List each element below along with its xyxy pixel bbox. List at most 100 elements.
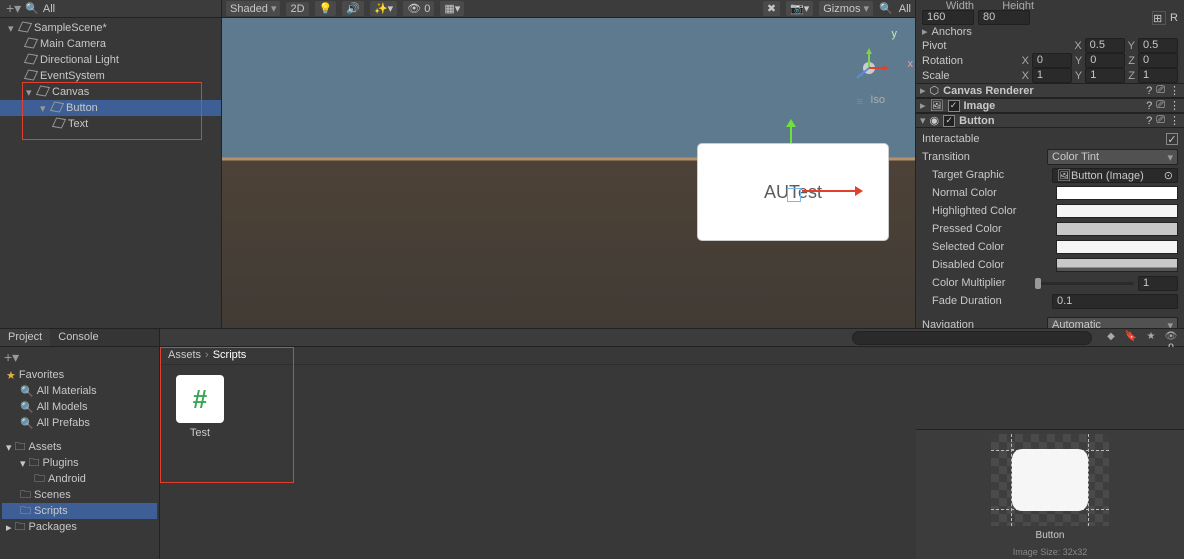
eventsystem-row[interactable]: EventSystem <box>0 68 221 84</box>
preset-icon[interactable]: ⎚ <box>1156 84 1165 97</box>
button-row[interactable]: ▾Button <box>0 100 221 116</box>
scl-z[interactable]: 1 <box>1138 68 1178 83</box>
fade-duration-field[interactable]: 0.1 <box>1052 294 1178 309</box>
preview-info: Image Size: 32x32 <box>916 547 1184 557</box>
scl-y[interactable]: 1 <box>1085 68 1125 83</box>
hidden-packages-icon[interactable]: 👁9 <box>1164 331 1178 345</box>
anchor-preset-icon[interactable]: ⊞ <box>1152 11 1166 25</box>
scale-label: Scale <box>922 70 1018 82</box>
height-field[interactable]: 80 <box>978 10 1030 25</box>
audio-toggle[interactable]: 🔊 <box>342 1 364 16</box>
project-search[interactable] <box>852 331 1092 345</box>
folder-icon: 🗀 <box>15 518 26 537</box>
orientation-gizmo[interactable] <box>849 48 889 88</box>
sprite-preview <box>991 434 1109 526</box>
gizmos-dropdown[interactable]: Gizmos <box>819 1 873 16</box>
pressed-color-field[interactable] <box>1056 222 1178 236</box>
fade-duration-label: Fade Duration <box>922 295 1048 307</box>
search-icon: 🔍 <box>20 417 34 430</box>
folder-icon: 🗀 <box>34 470 45 489</box>
blueprint-icon[interactable]: R <box>1170 12 1178 24</box>
star-icon: ★ <box>6 369 16 382</box>
rot-z[interactable]: 0 <box>1138 53 1178 68</box>
hierarchy-search-hint[interactable]: All <box>43 3 55 15</box>
disabled-color-label: Disabled Color <box>922 259 1052 271</box>
grid-dropdown[interactable]: ▦▾ <box>440 1 464 16</box>
fx-toggle[interactable]: ✨▾ <box>370 1 397 16</box>
menu-icon[interactable]: ⋮ <box>1169 99 1180 112</box>
folder-icon: 🗀 <box>15 438 26 457</box>
hidden-count[interactable]: 👁 0 <box>403 1 434 16</box>
pivot-x-field[interactable]: 0.5 <box>1085 38 1125 53</box>
navigation-dropdown[interactable]: Automatic <box>1047 317 1178 328</box>
normal-color-label: Normal Color <box>922 187 1052 199</box>
anchors-foldout[interactable]: ▸Anchors <box>916 25 1184 38</box>
csharp-script-icon: # <box>176 375 224 423</box>
width-field[interactable]: 160 <box>922 10 974 25</box>
component-icon: ⬡ <box>930 84 940 97</box>
create-dropdown[interactable]: +▾ <box>6 0 21 17</box>
scene-viewport[interactable]: y x Iso ≡ AUTest <box>222 18 915 328</box>
transition-dropdown[interactable]: Color Tint <box>1047 149 1178 165</box>
tools-toggle[interactable]: ✖ <box>763 1 780 16</box>
interactable-checkbox[interactable]: ✓ <box>1166 133 1178 145</box>
menu-icon[interactable]: ⋮ <box>1169 84 1180 97</box>
menu-icon[interactable]: ⋮ <box>1169 114 1180 127</box>
all-prefabs-row[interactable]: 🔍All Prefabs <box>2 415 157 431</box>
camera-settings[interactable]: 📷▾ <box>786 1 813 16</box>
inspector-panel: Width Height 160 80 ⊞ R ▸Anchors Pivot X… <box>916 0 1184 328</box>
help-icon[interactable]: ? <box>1146 100 1152 112</box>
favorite-filter-icon[interactable]: ★ <box>1144 331 1158 345</box>
color-multiplier-slider[interactable] <box>1035 282 1134 285</box>
assets-row[interactable]: ▾🗀Assets <box>2 439 157 455</box>
color-multiplier-label: Color Multiplier <box>922 277 1031 289</box>
canvas-renderer-header[interactable]: ▸⬡Canvas Renderer?⎚⋮ <box>916 83 1184 98</box>
plugins-row[interactable]: ▾🗀Plugins <box>2 455 157 471</box>
target-graphic-field[interactable]: 🖼Button (Image)⊙ <box>1052 168 1178 183</box>
help-icon[interactable]: ? <box>1146 85 1152 97</box>
normal-color-field[interactable] <box>1056 186 1178 200</box>
highlighted-color-field[interactable] <box>1056 204 1178 218</box>
button-enabled-checkbox[interactable] <box>943 115 955 127</box>
all-models-row[interactable]: 🔍All Models <box>2 399 157 415</box>
pivot-y-field[interactable]: 0.5 <box>1138 38 1178 53</box>
rot-x[interactable]: 0 <box>1032 53 1072 68</box>
breadcrumb-scripts[interactable]: Scripts <box>213 349 247 362</box>
project-tab[interactable]: Project <box>0 329 50 346</box>
favorites-row[interactable]: ★Favorites <box>2 367 157 383</box>
directional-light-row[interactable]: Directional Light <box>0 52 221 68</box>
scene-row[interactable]: ▾ SampleScene* <box>0 20 221 36</box>
2d-toggle[interactable]: 2D <box>286 2 308 16</box>
console-tab[interactable]: Console <box>50 329 106 346</box>
filter-by-label-icon[interactable]: 🔖 <box>1124 331 1138 345</box>
help-icon[interactable]: ? <box>1146 115 1152 127</box>
move-gizmo-x[interactable] <box>802 190 860 192</box>
lighting-toggle[interactable]: 💡 <box>315 1 337 16</box>
chevron-right-icon: › <box>205 349 209 362</box>
image-header[interactable]: ▸🖼Image?⎚⋮ <box>916 98 1184 113</box>
shading-mode-dropdown[interactable]: Shaded <box>226 1 280 16</box>
scene-search-hint[interactable]: All <box>899 3 911 15</box>
preset-icon[interactable]: ⎚ <box>1156 99 1165 112</box>
packages-row[interactable]: ▸🗀Packages <box>2 519 157 535</box>
selected-color-field[interactable] <box>1056 240 1178 254</box>
pivot-label: Pivot <box>922 40 1070 52</box>
color-multiplier-field[interactable]: 1 <box>1138 276 1178 291</box>
main-camera-row[interactable]: Main Camera <box>0 36 221 52</box>
all-materials-row[interactable]: 🔍All Materials <box>2 383 157 399</box>
filter-by-type-icon[interactable]: ◆ <box>1104 331 1118 345</box>
button-header[interactable]: ▾◉Button?⎚⋮ <box>916 113 1184 128</box>
canvas-row[interactable]: ▾Canvas <box>0 84 221 100</box>
disabled-color-field[interactable] <box>1056 258 1178 272</box>
preset-icon[interactable]: ⎚ <box>1156 114 1165 127</box>
text-row[interactable]: Text <box>0 116 221 132</box>
rot-y[interactable]: 0 <box>1085 53 1125 68</box>
move-gizmo-center[interactable] <box>787 188 801 202</box>
asset-test[interactable]: # Test <box>170 375 230 439</box>
transition-label: Transition <box>922 151 1043 163</box>
scl-x[interactable]: 1 <box>1032 68 1072 83</box>
selected-color-label: Selected Color <box>922 241 1052 253</box>
breadcrumb-assets[interactable]: Assets <box>168 349 201 362</box>
image-enabled-checkbox[interactable] <box>948 100 960 112</box>
projection-label[interactable]: Iso <box>870 94 885 106</box>
